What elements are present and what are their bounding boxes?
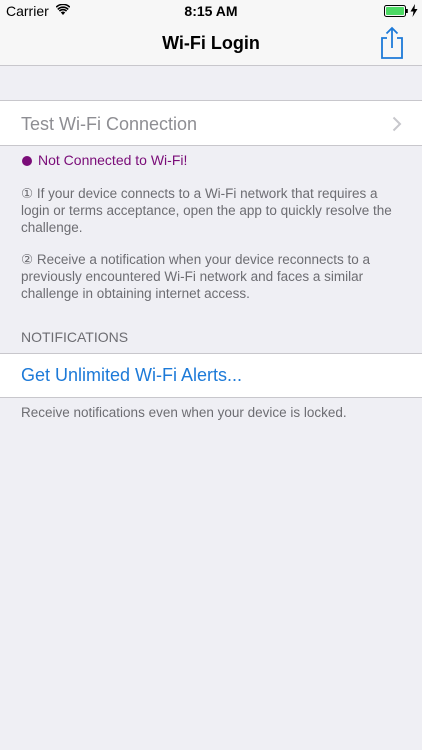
chevron-right-icon	[392, 116, 402, 132]
clock: 8:15 AM	[184, 3, 238, 19]
get-unlimited-alerts-label: Get Unlimited Wi-Fi Alerts...	[21, 365, 243, 385]
get-unlimited-alerts-cell[interactable]: Get Unlimited Wi-Fi Alerts...	[0, 353, 422, 398]
info-text-notification: ② Receive a notification when your devic…	[21, 252, 371, 301]
notifications-footer-text: Receive notifications even when your dev…	[21, 405, 347, 420]
info-text-login: ① If your device connects to a Wi-Fi net…	[21, 186, 392, 235]
connection-status-text: Not Connected to Wi-Fi!	[38, 152, 188, 168]
notifications-section-header: NOTIFICATIONS	[21, 329, 129, 345]
status-bar: Carrier 8:15 AM	[0, 0, 422, 22]
test-wifi-connection-cell[interactable]: Test Wi-Fi Connection	[0, 100, 422, 146]
share-button[interactable]	[376, 26, 408, 60]
charging-bolt-icon	[410, 4, 418, 17]
test-wifi-connection-label: Test Wi-Fi Connection	[21, 114, 198, 134]
share-icon	[381, 26, 403, 59]
page-title: Wi-Fi Login	[162, 33, 260, 53]
battery-icon	[384, 5, 408, 17]
status-dot	[22, 156, 32, 166]
navigation-bar: Wi-Fi Login	[0, 22, 422, 66]
